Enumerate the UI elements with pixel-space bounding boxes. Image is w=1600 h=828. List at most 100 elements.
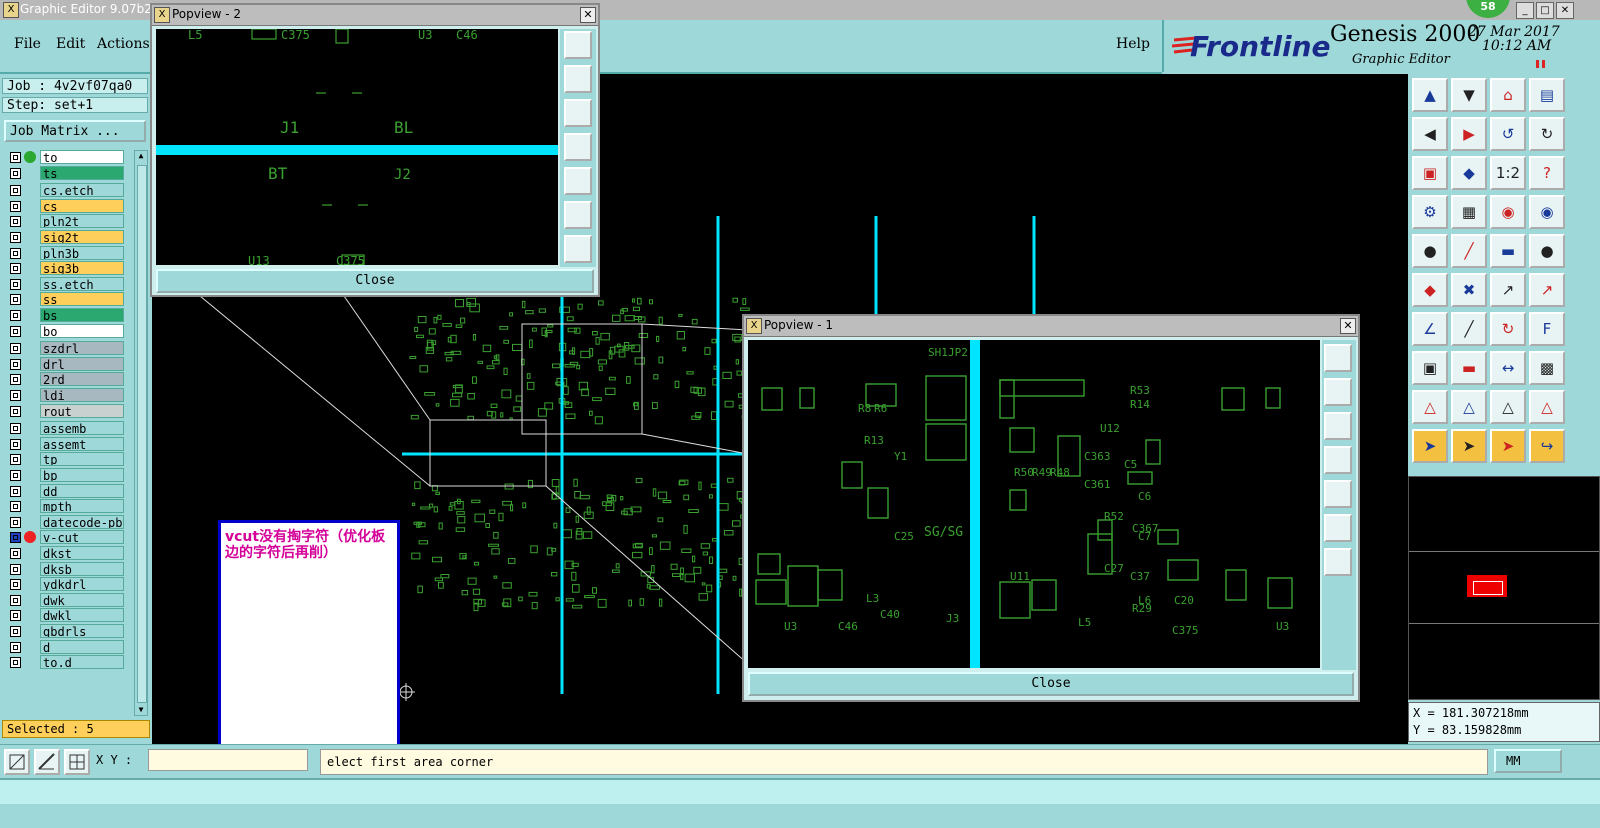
layer-name[interactable]: bp: [40, 468, 124, 482]
layer-row[interactable]: dd: [4, 484, 132, 499]
layer-row[interactable]: pln2t: [4, 214, 132, 229]
layer-checkbox[interactable]: [10, 152, 21, 163]
layer-row[interactable]: bs: [4, 308, 132, 323]
popview-zoom-out-button[interactable]: [1324, 548, 1352, 576]
popview-2-view[interactable]: L5 C375 U3 C46 J1 BL BT J2 U13 C375: [156, 29, 558, 265]
layer-row[interactable]: bp: [4, 468, 132, 483]
popview-pan-down-button[interactable]: [1324, 412, 1352, 440]
units-selector[interactable]: MM: [1494, 749, 1562, 773]
maximize-button[interactable]: □: [1536, 2, 1554, 19]
layer-name[interactable]: mpth: [40, 499, 124, 513]
triangle-snap-tool-button[interactable]: △: [1412, 390, 1448, 424]
measure-mode-button[interactable]: [34, 749, 60, 775]
select-arrow-tool-button[interactable]: ➤: [1412, 429, 1448, 463]
net-select-tool-button[interactable]: ◉: [1490, 195, 1526, 229]
move-pad-tool-button[interactable]: ↗: [1490, 273, 1526, 307]
pan-up-tool-button[interactable]: ▲: [1412, 78, 1448, 112]
layer-row[interactable]: rout: [4, 404, 132, 419]
layer-list-scrollbar[interactable]: ▲ ▼: [134, 150, 148, 716]
layer-checkbox[interactable]: [10, 657, 21, 668]
menu-edit[interactable]: Edit: [56, 36, 85, 52]
layer-row[interactable]: bo: [4, 324, 132, 339]
popview-1-close-button[interactable]: Close: [748, 672, 1354, 696]
layer-row[interactable]: ldi: [4, 388, 132, 403]
popview-pan-right-button[interactable]: [564, 167, 592, 195]
layer-row[interactable]: cs.etch: [4, 183, 132, 198]
popview-pan-right-button[interactable]: [1324, 480, 1352, 508]
copy-tool-button[interactable]: ▩: [1529, 351, 1565, 385]
popview-pan-left-button[interactable]: [1324, 446, 1352, 474]
layer-checkbox[interactable]: [10, 294, 21, 305]
layer-name[interactable]: v-cut: [40, 530, 124, 544]
window-split-tool-button[interactable]: ▤: [1529, 78, 1565, 112]
window-close-button[interactable]: ✕: [1556, 2, 1574, 19]
layer-row[interactable]: v-cut: [4, 530, 132, 545]
add-circle-tool-button[interactable]: ●: [1529, 234, 1565, 268]
layer-checkbox[interactable]: [10, 279, 21, 290]
popview-2-close-button[interactable]: Close: [156, 269, 594, 293]
layer-name[interactable]: d: [40, 640, 124, 654]
zoom-fit-tool-button[interactable]: ▣: [1412, 156, 1448, 190]
popview-zoom-in-button[interactable]: [564, 201, 592, 229]
triangle-edit-tool-button[interactable]: △: [1451, 390, 1487, 424]
layer-row[interactable]: dksb: [4, 562, 132, 577]
menu-file[interactable]: File: [14, 36, 41, 52]
layer-name[interactable]: assemt: [40, 437, 124, 451]
layer-name[interactable]: drl: [40, 357, 124, 371]
grid-tool-button[interactable]: ▦: [1451, 195, 1487, 229]
layer-checkbox[interactable]: [10, 185, 21, 196]
layer-checkbox[interactable]: [10, 517, 21, 528]
layer-name[interactable]: 2rd: [40, 372, 124, 386]
scale-1-2-tool-button[interactable]: 1:2: [1490, 156, 1526, 190]
layer-checkbox[interactable]: [10, 343, 21, 354]
layer-checkbox[interactable]: [10, 406, 21, 417]
layer-row[interactable]: mpth: [4, 499, 132, 514]
layer-row[interactable]: dkst: [4, 546, 132, 561]
layer-row[interactable]: ts: [4, 166, 132, 181]
job-matrix-button[interactable]: Job Matrix ...: [4, 120, 146, 142]
layer-row[interactable]: 2rd: [4, 372, 132, 387]
redraw-tool-button[interactable]: ↻: [1529, 117, 1565, 151]
popview-pan-up-button[interactable]: [564, 65, 592, 93]
ruler-tool-button[interactable]: ▬: [1490, 234, 1526, 268]
select-box-tool-button[interactable]: ➤: [1451, 429, 1487, 463]
layer-checkbox[interactable]: [10, 390, 21, 401]
add-segment-tool-button[interactable]: ▬: [1451, 351, 1487, 385]
zoom-center-tool-button[interactable]: ◆: [1451, 156, 1487, 190]
layer-name[interactable]: dwkl: [40, 608, 124, 622]
layer-row[interactable]: to.d: [4, 655, 132, 670]
layer-name[interactable]: sig3b: [40, 261, 124, 275]
popview-zoom-fit-button[interactable]: [564, 31, 592, 59]
scroll-thumb[interactable]: [137, 165, 147, 703]
layer-checkbox[interactable]: [10, 532, 21, 543]
layer-row[interactable]: dwkl: [4, 608, 132, 623]
layer-name[interactable]: datecode-pbe: [40, 515, 124, 529]
layer-row[interactable]: tp: [4, 452, 132, 467]
layer-name[interactable]: pln2t: [40, 214, 124, 228]
undo-view-tool-button[interactable]: ↺: [1490, 117, 1526, 151]
home-tool-button[interactable]: ⌂: [1490, 78, 1526, 112]
layer-checkbox[interactable]: [10, 564, 21, 575]
add-pad-tool-button[interactable]: ●: [1412, 234, 1448, 268]
layer-row[interactable]: ydkdrl: [4, 577, 132, 592]
layer-name[interactable]: sig2t: [40, 230, 124, 244]
layer-checkbox[interactable]: [10, 248, 21, 259]
popview-zoom-fit-button[interactable]: [1324, 344, 1352, 372]
layer-row[interactable]: pln3b: [4, 246, 132, 261]
layer-row[interactable]: assemb: [4, 421, 132, 436]
mirror-tool-button[interactable]: F: [1529, 312, 1565, 346]
minimap-viewport[interactable]: [1473, 581, 1503, 595]
popview-2-title-bar[interactable]: X Popview - 2 ✕: [152, 5, 598, 26]
overview-minimap[interactable]: [1408, 476, 1600, 700]
layer-checkbox[interactable]: [10, 216, 21, 227]
popview-zoom-out-button[interactable]: [564, 235, 592, 263]
layer-checkbox[interactable]: [10, 263, 21, 274]
layer-name[interactable]: tp: [40, 452, 124, 466]
xy-input[interactable]: [148, 749, 308, 771]
popview-1-close-icon[interactable]: ✕: [1340, 318, 1356, 334]
layer-checkbox[interactable]: [10, 423, 21, 434]
layer-name[interactable]: bo: [40, 324, 124, 338]
layer-row[interactable]: assemt: [4, 437, 132, 452]
layer-checkbox[interactable]: [10, 201, 21, 212]
rotate-tool-button[interactable]: ↻: [1490, 312, 1526, 346]
